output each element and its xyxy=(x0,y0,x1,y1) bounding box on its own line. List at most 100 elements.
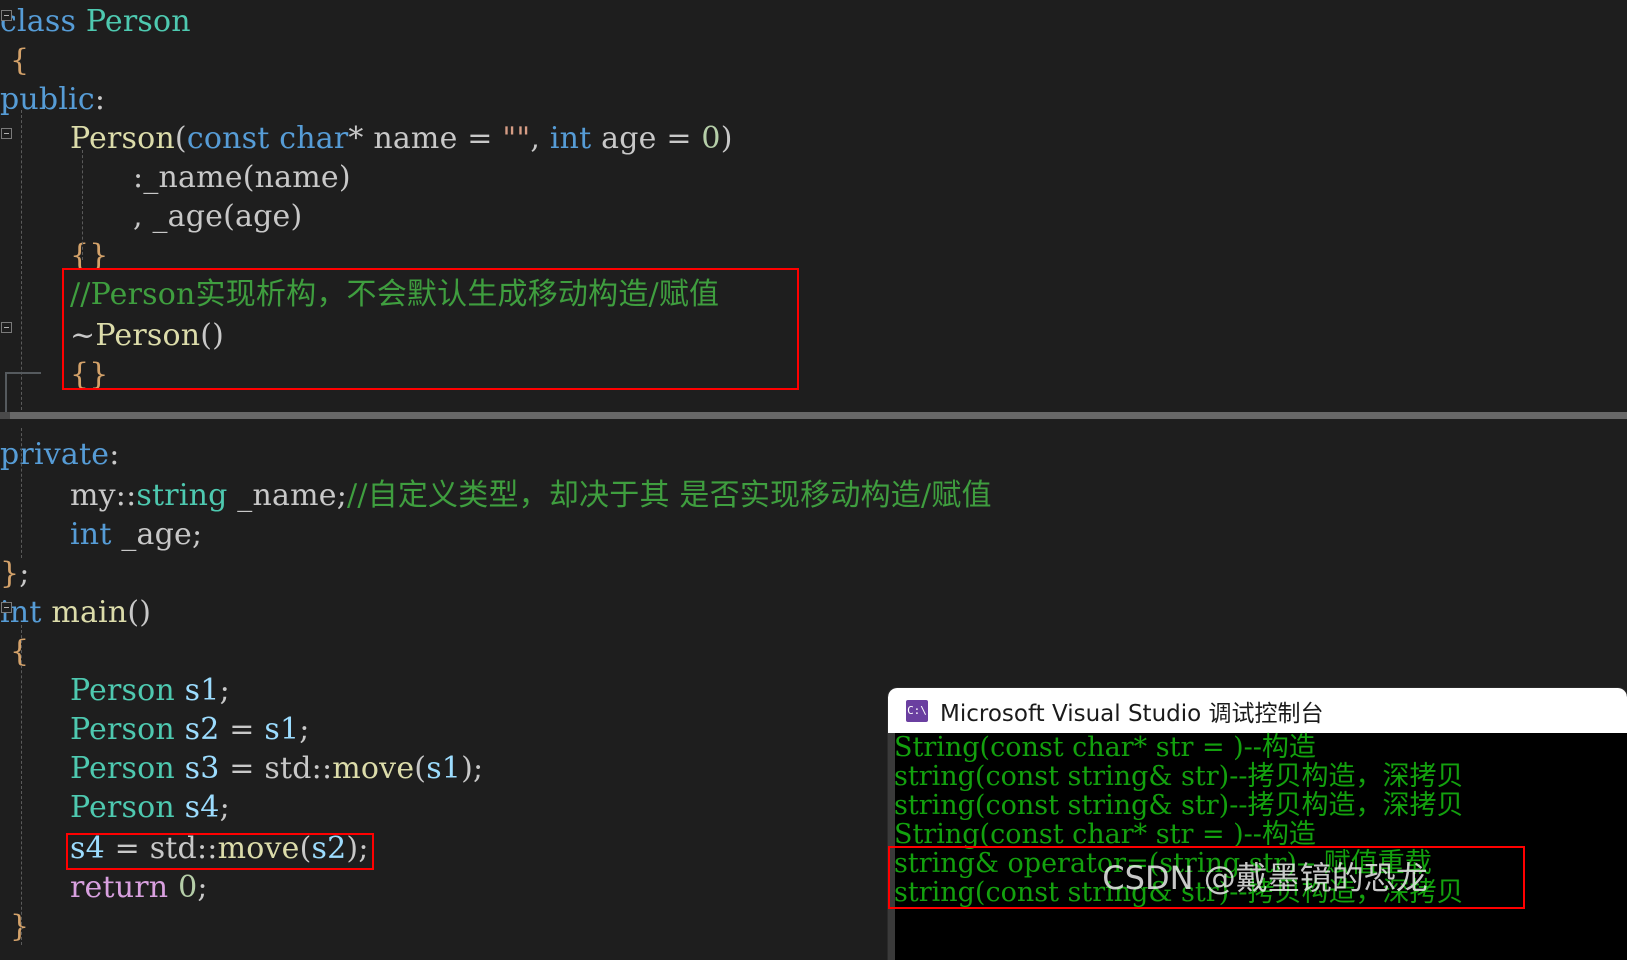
console-scrollbar[interactable] xyxy=(888,733,895,960)
code-token: ( xyxy=(414,751,427,786)
code-token: , xyxy=(530,121,550,156)
code-token: , xyxy=(133,199,153,234)
code-token: = xyxy=(457,121,503,156)
code-token: ; xyxy=(336,478,348,513)
indent-guide xyxy=(21,625,22,945)
code-token: :: xyxy=(115,478,137,513)
code-token: ) xyxy=(461,751,473,786)
code-token: Person xyxy=(70,751,175,786)
code-token: Person xyxy=(85,4,191,39)
debug-console-window[interactable]: C:\ Microsoft Visual Studio 调试控制台 String… xyxy=(888,688,1627,960)
screenshot-root: class Person{public: Person(const char* n… xyxy=(0,0,1627,960)
code-line[interactable]: //Person实现析构，不会默认生成移动构造/赋值 xyxy=(70,275,719,314)
code-line[interactable]: Person s2 = s1; xyxy=(70,710,310,749)
code-token: //自定义类型，却决于其 是否实现移动构造/赋值 xyxy=(347,478,992,513)
horizontal-scrollbar[interactable] xyxy=(0,412,1627,419)
code-line[interactable]: class Person xyxy=(0,2,191,41)
code-token: _age xyxy=(152,199,224,234)
code-token: : xyxy=(94,82,106,117)
code-token: _age xyxy=(121,517,192,552)
code-token: } xyxy=(0,556,20,591)
code-token: string xyxy=(136,478,228,513)
code-line[interactable]: Person s3 = std::move(s1); xyxy=(70,749,483,788)
code-line[interactable]: Person(const char* name = "", int age = … xyxy=(70,119,733,158)
code-token: ; xyxy=(358,831,369,866)
code-token: ( xyxy=(223,199,236,234)
fold-toggle-icon[interactable] xyxy=(1,10,12,21)
code-token: : xyxy=(109,437,120,472)
code-token: ; xyxy=(299,712,310,747)
code-token: move xyxy=(217,831,300,866)
code-token: 0 xyxy=(701,121,721,156)
code-line[interactable]: Person s1; xyxy=(70,671,230,710)
code-token: ; xyxy=(191,517,203,552)
code-line[interactable]: ~Person() xyxy=(70,316,224,355)
code-token: move xyxy=(332,751,415,786)
horizontal-scrollbar-thumb[interactable] xyxy=(0,412,10,419)
code-token: name xyxy=(373,121,458,156)
code-token: public xyxy=(0,82,95,117)
console-output: String(const char* str = )--构造 string(con… xyxy=(888,733,1627,907)
code-line[interactable]: int main() xyxy=(0,593,151,632)
code-token: std xyxy=(264,751,312,786)
code-token: } xyxy=(10,909,30,944)
code-token: { xyxy=(10,43,30,78)
code-token: () xyxy=(127,595,152,630)
code-line[interactable]: s4 = std::move(s2); xyxy=(70,829,369,868)
code-token: my xyxy=(70,478,116,513)
code-token: : xyxy=(133,160,144,195)
code-token: std xyxy=(149,831,197,866)
code-token: Person xyxy=(95,318,201,353)
code-line[interactable]: {} xyxy=(70,355,109,394)
fold-toggle-icon[interactable] xyxy=(1,128,12,139)
code-token: s2 xyxy=(311,831,347,866)
console-output-line: string(const string& str)--拷贝构造，深拷贝 xyxy=(894,790,1464,821)
console-output-line: String(const char* str = )--构造 xyxy=(894,732,1316,763)
code-line[interactable]: private: xyxy=(0,435,120,474)
code-token: = xyxy=(219,712,265,747)
code-line[interactable]: {} xyxy=(70,236,109,275)
code-token: _name xyxy=(143,160,243,195)
code-token: ) xyxy=(290,199,303,234)
code-token: ; xyxy=(219,790,230,825)
console-titlebar[interactable]: C:\ Microsoft Visual Studio 调试控制台 xyxy=(888,688,1627,733)
code-token: () xyxy=(200,318,225,353)
code-line[interactable]: { xyxy=(10,41,29,80)
code-token: ; xyxy=(472,751,484,786)
code-line[interactable]: my::string _name;//自定义类型，却决于其 是否实现移动构造/赋… xyxy=(70,476,992,515)
code-token: ; xyxy=(19,556,30,591)
code-token: private xyxy=(0,437,110,472)
console-output-line: string(const string& str)--拷贝构造，深拷贝 xyxy=(894,877,1464,908)
code-token: ; xyxy=(197,870,208,905)
code-line[interactable]: public: xyxy=(0,80,105,119)
code-line[interactable]: , _age(age) xyxy=(133,197,302,236)
code-line[interactable]: Person s4; xyxy=(70,788,230,827)
code-line[interactable]: int _age; xyxy=(70,515,202,554)
indent-guide xyxy=(82,150,83,260)
console-output-line: string& operator=(string str)-- 赋值重载 xyxy=(894,848,1432,879)
code-token: 0 xyxy=(178,870,198,905)
code-token: = xyxy=(219,751,265,786)
code-token: :: xyxy=(196,831,218,866)
code-token: Person xyxy=(70,790,175,825)
code-token: age xyxy=(235,199,291,234)
code-line[interactable]: return 0; xyxy=(70,868,208,907)
code-line[interactable]: { xyxy=(10,632,29,671)
fold-toggle-icon[interactable] xyxy=(1,602,12,613)
code-line[interactable]: :_name(name) xyxy=(133,158,351,197)
code-token: s3 xyxy=(184,751,220,786)
scope-bracket-marker xyxy=(5,372,41,416)
console-output-line: String(const char* str = )--构造 xyxy=(894,819,1316,850)
code-token: ; xyxy=(219,673,230,708)
code-line[interactable]: } xyxy=(10,907,29,946)
code-line[interactable]: }; xyxy=(0,554,30,593)
fold-toggle-icon[interactable] xyxy=(1,322,12,333)
